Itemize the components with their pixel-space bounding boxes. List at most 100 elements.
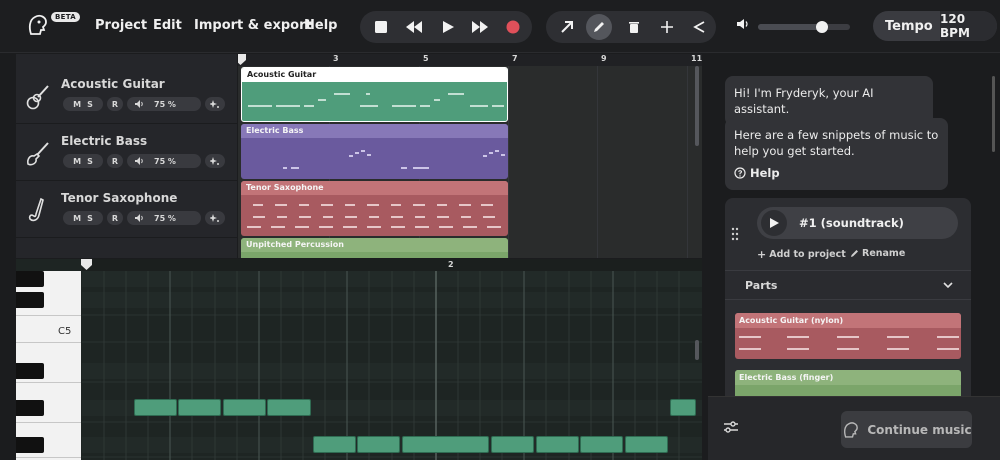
track-name[interactable]: Electric Bass: [61, 134, 147, 148]
midi-note[interactable]: [536, 436, 579, 453]
black-key[interactable]: [16, 271, 44, 287]
track-row-partial[interactable]: [16, 238, 237, 258]
play-icon[interactable]: [438, 17, 458, 37]
mute-button[interactable]: M: [73, 157, 81, 166]
edit-tools: [546, 11, 716, 43]
clip-electric-bass[interactable]: Electric Bass: [241, 124, 508, 179]
logo-icon[interactable]: [26, 12, 50, 38]
track-volume-control[interactable]: 75 %: [127, 211, 201, 225]
mute-solo-toggle[interactable]: M S: [63, 154, 103, 168]
tempo-control[interactable]: Tempo 120 BPM: [873, 11, 997, 41]
intro-text: Here are a few snippets of music to help…: [734, 128, 939, 158]
volume-slider-knob[interactable]: [816, 21, 829, 33]
clip-unpitched-percussion[interactable]: Unpitched Percussion: [241, 238, 508, 258]
black-key[interactable]: [16, 292, 44, 308]
bar-line: [687, 66, 688, 258]
track-row[interactable]: Electric Bass M S R 75 %: [16, 124, 237, 181]
fast-forward-icon[interactable]: [470, 17, 490, 37]
piano-roll-ruler[interactable]: 2: [80, 259, 702, 271]
mute-solo-toggle[interactable]: M S: [63, 97, 103, 111]
black-key[interactable]: [16, 363, 44, 379]
rename-button[interactable]: Rename: [850, 248, 905, 259]
add-to-project-button[interactable]: + Add to project: [757, 248, 846, 261]
effects-button[interactable]: [205, 154, 225, 168]
track-name[interactable]: Acoustic Guitar: [61, 77, 165, 91]
pencil-tool-icon[interactable]: [586, 14, 612, 40]
playhead-marker-icon[interactable]: [238, 54, 248, 66]
arrangement-view[interactable]: 3 5 7 9 11 Acoustic Guitar Electric Bass: [238, 54, 702, 258]
snippet-player[interactable]: #1 (soundtrack): [757, 207, 958, 239]
black-key[interactable]: [16, 400, 44, 416]
saxophone-icon: [28, 197, 44, 222]
track-name[interactable]: Tenor Saxophone: [61, 191, 177, 205]
share-icon[interactable]: [686, 14, 712, 40]
menu-edit[interactable]: Edit: [153, 18, 182, 33]
menu-help[interactable]: Help: [304, 18, 337, 33]
menu-import-export[interactable]: Import & export: [194, 18, 312, 33]
mute-solo-toggle[interactable]: M S: [63, 211, 103, 225]
effects-button[interactable]: [205, 211, 225, 225]
playhead-marker-icon[interactable]: [80, 259, 94, 271]
midi-note[interactable]: [313, 436, 356, 453]
volume-slider[interactable]: [758, 21, 850, 33]
speaker-icon: [135, 157, 143, 165]
midi-note[interactable]: [625, 436, 668, 453]
piano-roll-scrollbar[interactable]: [695, 340, 699, 360]
arrangement-scrollbar[interactable]: [695, 66, 699, 146]
mute-button[interactable]: M: [73, 100, 81, 109]
trash-tool-icon[interactable]: [621, 14, 647, 40]
midi-note[interactable]: [134, 399, 177, 416]
volume-icon[interactable]: [736, 18, 749, 30]
solo-button[interactable]: S: [87, 214, 93, 223]
clip-tenor-saxophone[interactable]: Tenor Saxophone: [241, 181, 508, 236]
effects-button[interactable]: [205, 97, 225, 111]
record-arm-button[interactable]: R: [107, 211, 123, 225]
drag-handle-icon[interactable]: [731, 226, 739, 242]
help-label[interactable]: Help: [750, 165, 780, 181]
midi-note[interactable]: [178, 399, 221, 416]
chat-scrollbar[interactable]: [992, 76, 995, 152]
midi-note[interactable]: [357, 436, 400, 453]
split-tool-icon[interactable]: [654, 14, 680, 40]
timeline-ruler[interactable]: 3 5 7 9 11: [238, 54, 702, 66]
clip-label: Tenor Saxophone: [241, 181, 508, 195]
pointer-tool-icon[interactable]: [554, 14, 580, 40]
midi-note[interactable]: [580, 436, 623, 453]
chevron-down-icon[interactable]: [943, 282, 953, 289]
midi-note[interactable]: [267, 399, 311, 416]
rename-label: Rename: [862, 248, 906, 259]
track-row[interactable]: Acoustic Guitar M S R 75 %: [16, 67, 237, 124]
track-volume-control[interactable]: 75 %: [127, 154, 201, 168]
solo-button[interactable]: S: [87, 157, 93, 166]
rewind-icon[interactable]: [404, 17, 424, 37]
stop-icon[interactable]: [371, 17, 391, 37]
track-row[interactable]: Tenor Saxophone M S R 75 %: [16, 181, 237, 238]
tempo-label: Tempo: [885, 19, 933, 34]
mute-button[interactable]: M: [73, 214, 81, 223]
midi-note[interactable]: [223, 399, 266, 416]
record-icon[interactable]: [503, 17, 523, 37]
tempo-value[interactable]: 120 BPM: [940, 11, 997, 41]
clip-acoustic-guitar[interactable]: Acoustic Guitar: [241, 67, 508, 122]
clip-label: Acoustic Guitar: [242, 68, 507, 82]
sliders-icon[interactable]: [724, 421, 738, 433]
help-link[interactable]: Help: [734, 165, 939, 181]
piano-keyboard[interactable]: C5: [16, 271, 81, 460]
track-volume-control[interactable]: 75 %: [127, 97, 201, 111]
black-key[interactable]: [16, 437, 44, 453]
record-arm-button[interactable]: R: [107, 97, 123, 111]
continue-music-button[interactable]: Continue music: [841, 411, 972, 448]
top-bar: BETA Project Edit Import & export Help T…: [0, 0, 1000, 53]
record-arm-button[interactable]: R: [107, 154, 123, 168]
part-acoustic-guitar-nylon[interactable]: Acoustic Guitar (nylon): [735, 313, 961, 359]
midi-note[interactable]: [670, 399, 696, 416]
snippet-play-button[interactable]: [761, 210, 787, 236]
midi-note[interactable]: [491, 436, 534, 453]
midi-note[interactable]: [402, 436, 489, 453]
solo-button[interactable]: S: [87, 100, 93, 109]
note-grid[interactable]: [82, 271, 702, 460]
piano-roll[interactable]: 2 C5: [16, 259, 702, 460]
bar-number: 2: [448, 260, 454, 269]
menu-project[interactable]: Project: [95, 18, 147, 33]
parts-accordion[interactable]: Parts: [725, 270, 971, 300]
